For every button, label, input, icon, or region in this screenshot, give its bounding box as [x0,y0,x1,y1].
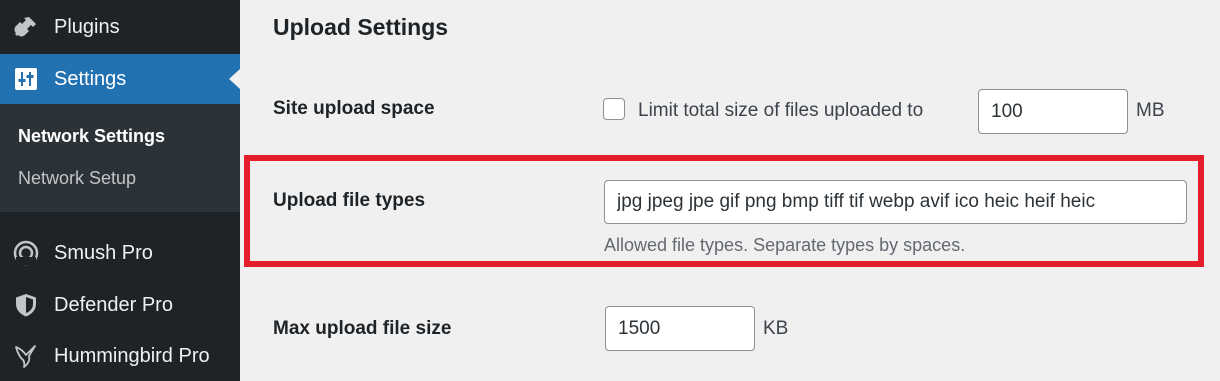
plugin-icon [12,13,40,41]
shield-icon [12,291,40,319]
menu-item-label: Defender Pro [54,293,173,316]
menu-item-hummingbird-pro[interactable]: Hummingbird Pro [0,331,240,381]
upload-file-types-input[interactable] [604,180,1187,224]
settings-submenu: Network Settings Network Setup [0,104,240,212]
upload-file-types-help: Allowed file types. Separate types by sp… [604,235,966,255]
menu-item-settings[interactable]: Settings [0,54,240,104]
settings-sliders-icon [12,65,40,93]
admin-sidebar: Plugins Settings Network Settings Networ… [0,0,240,381]
menu-item-label: Plugins [54,15,120,38]
menu-item-plugins[interactable]: Plugins [0,2,240,52]
submenu-item-network-setup[interactable]: Network Setup [18,168,136,189]
active-menu-arrow [229,69,240,89]
limit-upload-checkbox[interactable] [603,98,625,120]
max-upload-file-size-input[interactable] [605,306,755,351]
site-upload-space-input[interactable] [978,89,1128,134]
upload-space-unit: MB [1136,100,1165,121]
upload-file-types-label: Upload file types [273,190,426,211]
smush-icon [12,239,40,267]
section-title: Upload Settings [273,14,449,40]
menu-item-smush-pro[interactable]: Smush Pro [0,228,240,278]
max-upload-size-unit: KB [763,318,789,339]
menu-item-label: Hummingbird Pro [54,344,210,367]
site-upload-space-label: Site upload space [273,98,435,119]
menu-item-label: Smush Pro [54,241,153,264]
max-upload-file-size-label: Max upload file size [273,318,452,339]
hummingbird-icon [12,342,40,370]
submenu-item-network-settings[interactable]: Network Settings [18,126,165,147]
menu-item-defender-pro[interactable]: Defender Pro [0,280,240,330]
limit-upload-checkbox-label[interactable]: Limit total size of files uploaded to [638,100,923,122]
menu-item-label: Settings [54,67,127,90]
